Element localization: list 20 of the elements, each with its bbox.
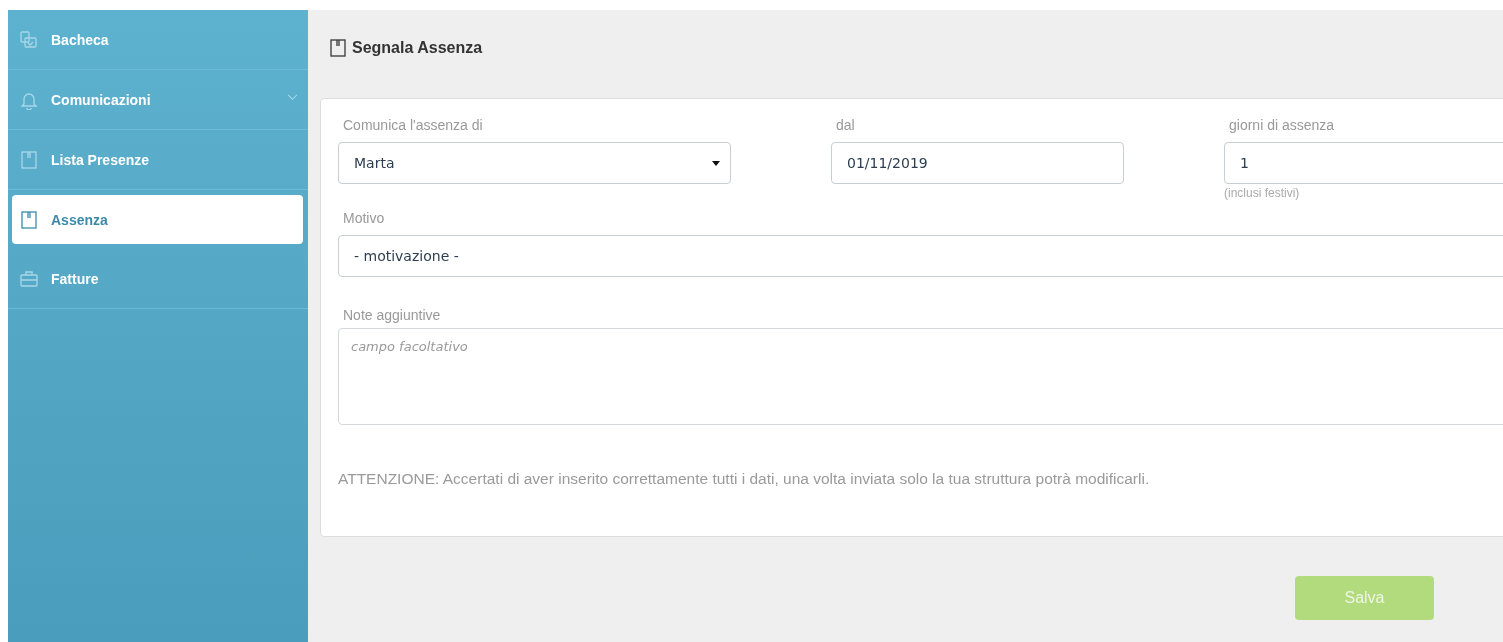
- board-icon: [19, 29, 39, 50]
- caret-icon: [712, 160, 720, 166]
- field-label: Motivo: [342, 210, 386, 226]
- field-label: Note aggiuntive: [342, 307, 442, 323]
- briefcase-icon: [19, 268, 39, 289]
- book-icon: [328, 38, 348, 58]
- field-label: giorni di assenza: [1228, 117, 1336, 133]
- days-select[interactable]: 1: [1224, 142, 1503, 184]
- person-select[interactable]: Marta: [338, 142, 731, 184]
- warning-text: ATTENZIONE: Accertati di aver inserito correttamente tutti i dati, una volta inviata solo la tua struttura potrà modificarli.: [338, 470, 1151, 488]
- page-title: Segnala Assenza: [352, 39, 483, 57]
- field-label: dal: [835, 117, 856, 133]
- book-icon: [19, 209, 39, 230]
- notes-field[interactable]: campo facoltativo: [338, 328, 1503, 425]
- sidebar-item[interactable]: Assenza: [12, 195, 303, 244]
- date-field[interactable]: 01/11/2019: [831, 142, 1124, 184]
- book-icon: [19, 149, 39, 170]
- field-hint: (inclusi festivi): [1224, 186, 1301, 200]
- reason-select[interactable]: - motivazione -: [338, 235, 1503, 277]
- field-label: Comunica l'assenza di: [342, 117, 484, 133]
